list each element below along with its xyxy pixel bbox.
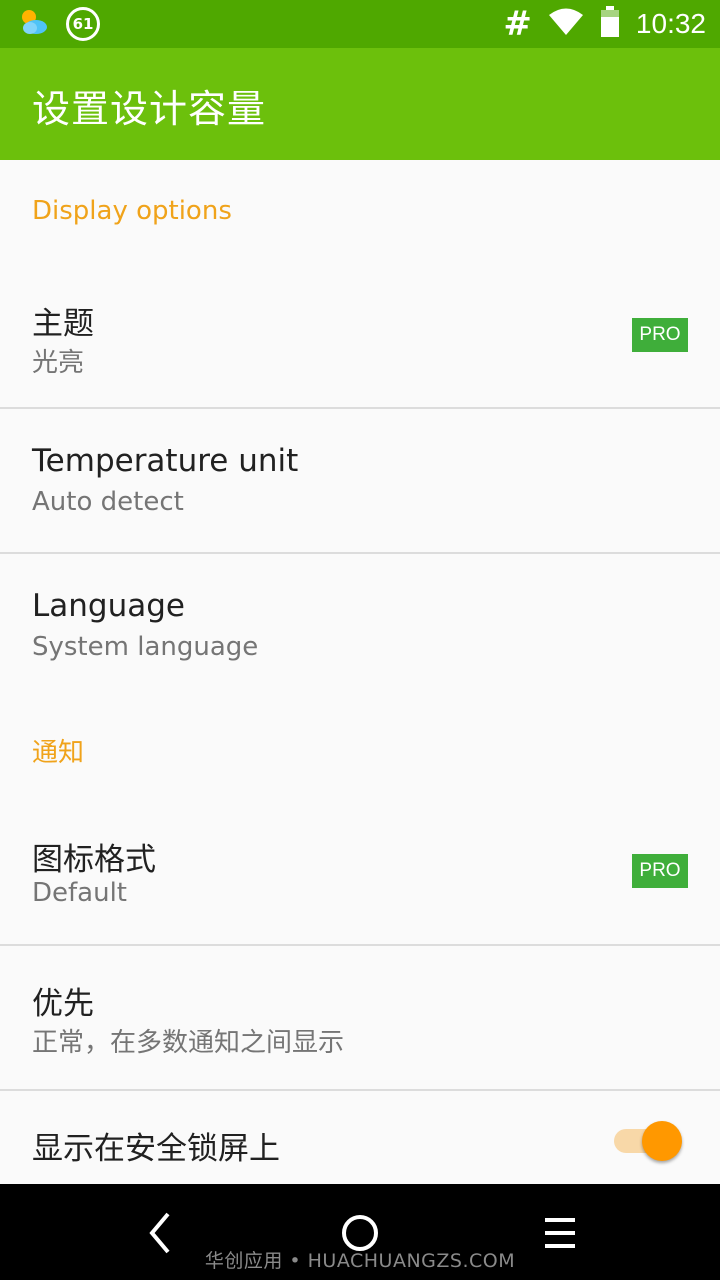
pref-priority[interactable]: 优先 正常，在多数通知之间显示 xyxy=(0,946,720,1090)
section-header-display: Display options xyxy=(32,196,232,226)
pro-badge: PRO xyxy=(632,854,688,888)
pref-language[interactable]: Language System language xyxy=(0,554,720,700)
pref-temperature-unit[interactable]: Temperature unit Auto detect xyxy=(0,409,720,553)
signal-icon: # xyxy=(503,4,532,44)
pref-temperature-summary: Auto detect xyxy=(32,487,184,517)
battery-icon xyxy=(600,6,620,42)
toggle-thumb xyxy=(642,1121,682,1161)
pref-lockscreen[interactable]: 显示在安全锁屏上 xyxy=(0,1091,720,1184)
pref-icon-style-summary: Default xyxy=(32,878,127,908)
app-bar: 设置设计容量 xyxy=(0,48,720,160)
pro-badge: PRO xyxy=(632,318,688,352)
status-bar: 61 # 10:32 xyxy=(0,0,720,48)
weather-icon xyxy=(18,8,50,40)
weather-badge-icon: 61 xyxy=(66,7,100,41)
watermark: 华创应用 • HUACHUANGZS.COM xyxy=(204,1250,516,1272)
pref-theme[interactable]: 主题 光亮 PRO xyxy=(0,262,720,408)
wifi-icon xyxy=(548,8,584,40)
pref-icon-style[interactable]: 图标格式 Default PRO xyxy=(0,800,720,944)
pref-icon-style-title: 图标格式 xyxy=(32,842,156,878)
section-header-notifications: 通知 xyxy=(32,738,85,768)
status-time: 10:32 xyxy=(635,8,706,39)
pref-language-summary: System language xyxy=(32,632,259,662)
settings-list[interactable]: Display options 主题 光亮 PRO Temperature un… xyxy=(0,160,720,1184)
pref-priority-title: 优先 xyxy=(32,986,94,1022)
pref-temperature-title: Temperature unit xyxy=(32,443,299,479)
pref-language-title: Language xyxy=(32,588,185,624)
pref-theme-title: 主题 xyxy=(32,306,94,342)
pref-theme-summary: 光亮 xyxy=(32,348,85,378)
lockscreen-toggle[interactable] xyxy=(614,1121,682,1161)
pref-lockscreen-title: 显示在安全锁屏上 xyxy=(32,1131,280,1167)
page-title: 设置设计容量 xyxy=(32,87,267,131)
pref-priority-summary: 正常，在多数通知之间显示 xyxy=(32,1028,345,1058)
